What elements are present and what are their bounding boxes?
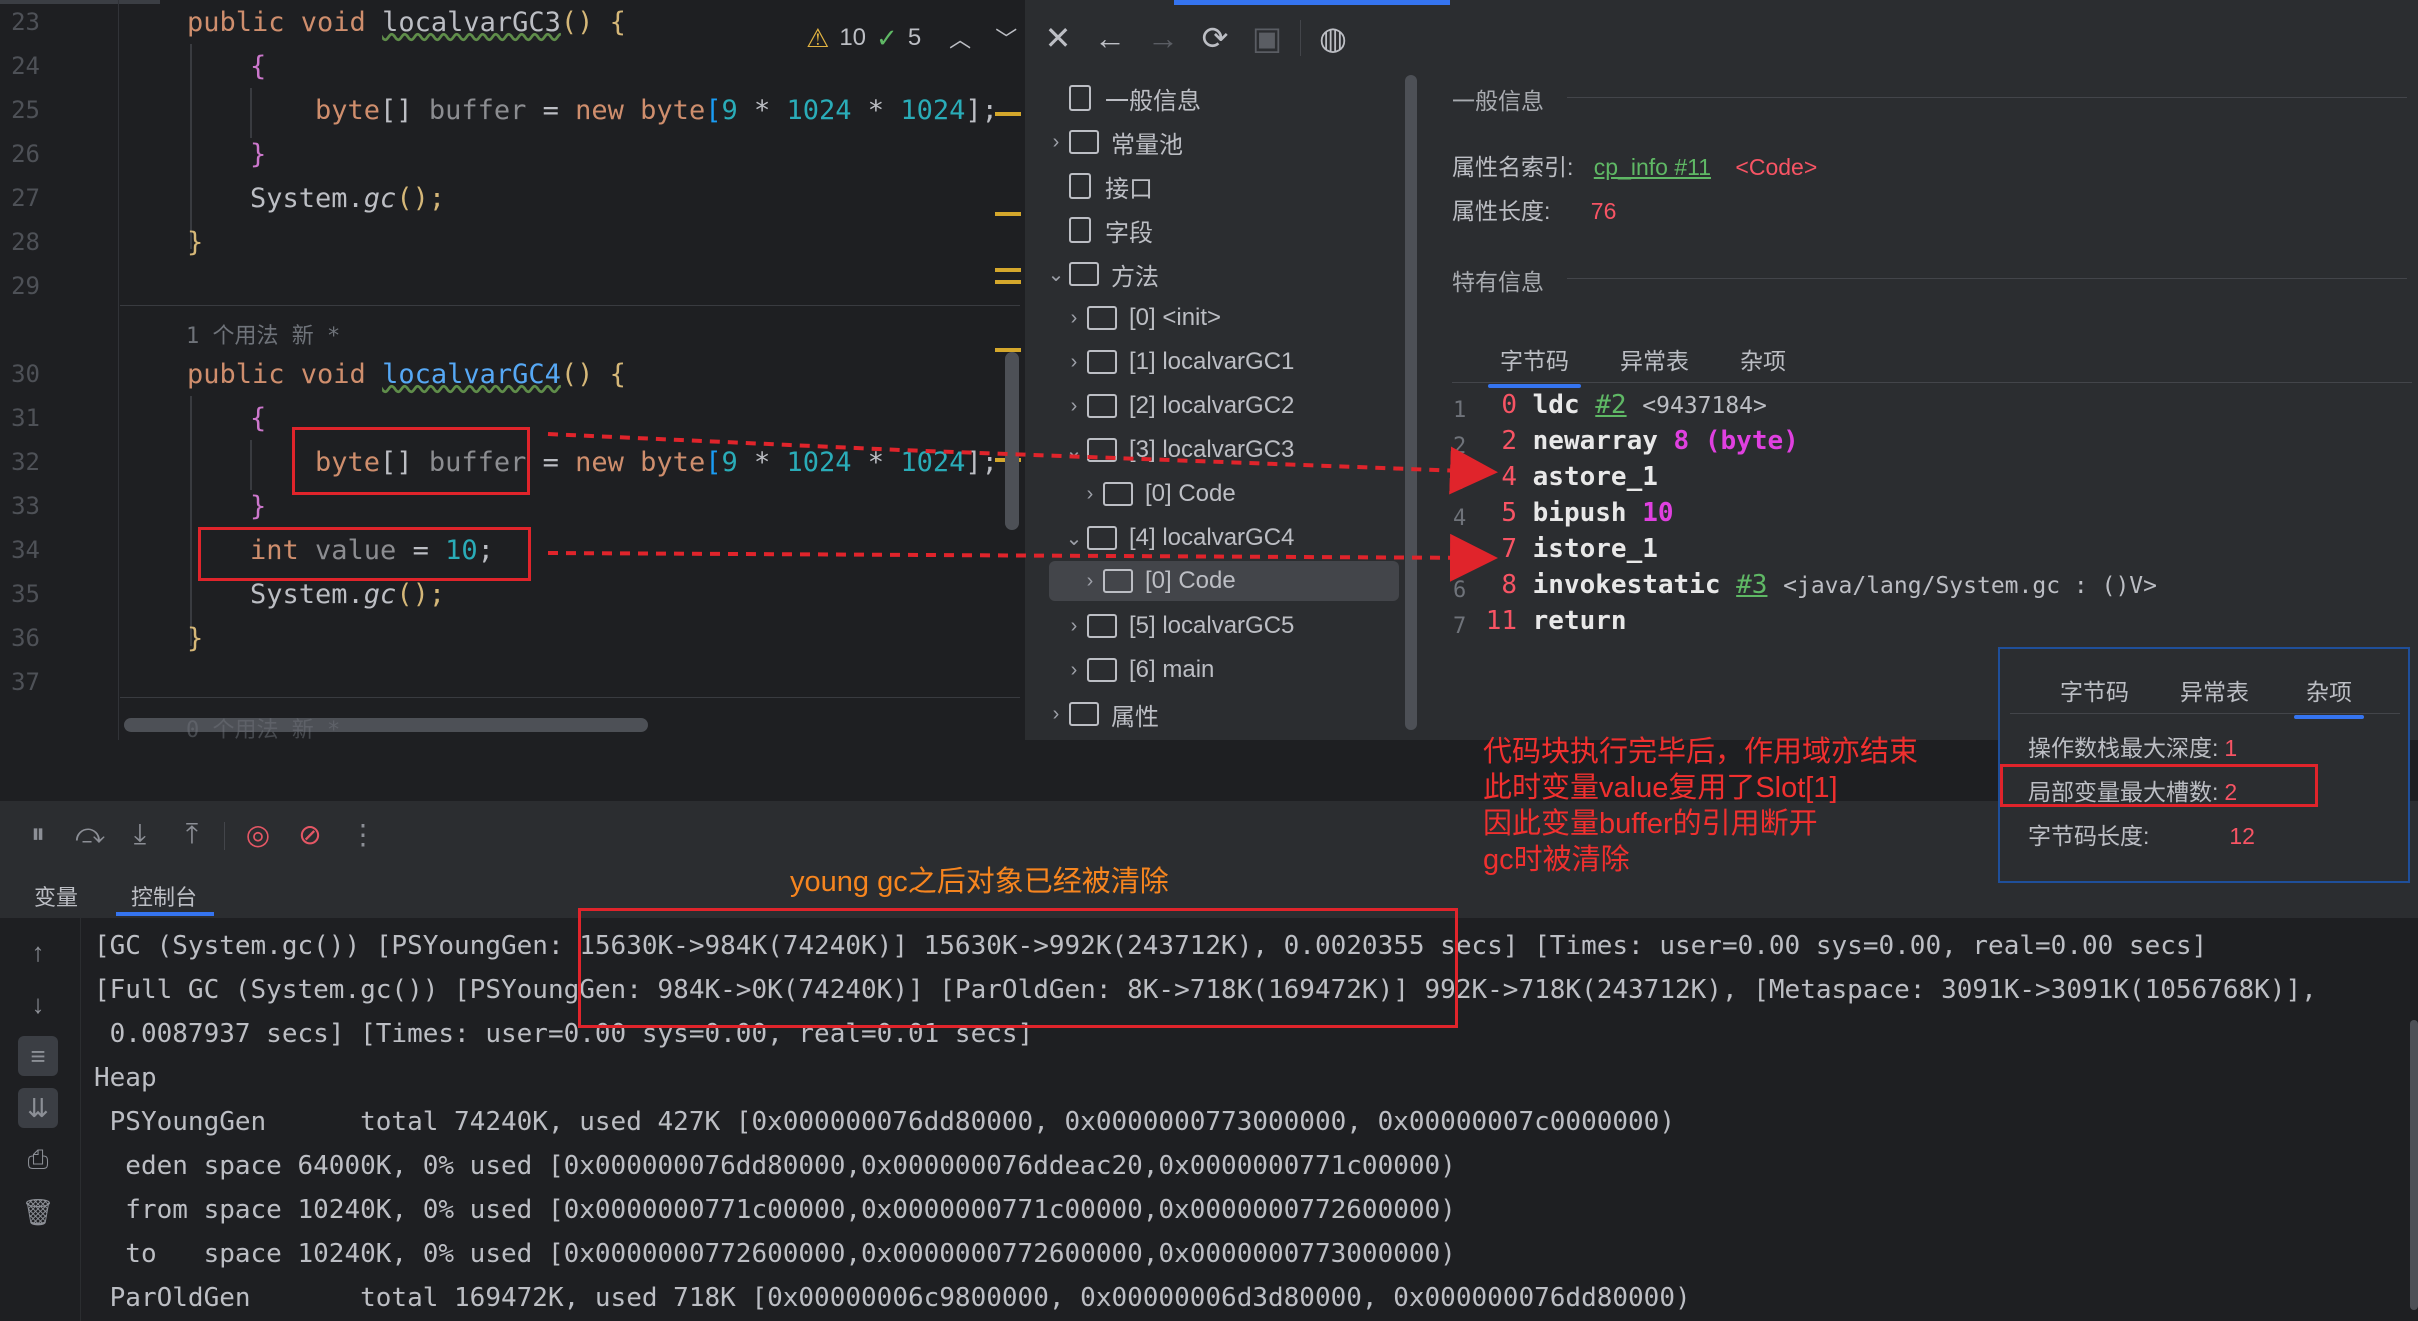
arrow-buffer-to-astore [547, 432, 1498, 495]
annotation-arrows [547, 432, 1498, 582]
annotation-scope-note: 代码块执行完毕后，作用域亦结束 此时变量value复用了Slot[1] 因此变量… [1483, 736, 1919, 876]
annotation-young-gc-note: young gc之后对象已经被清除 [790, 866, 1169, 898]
arrow-value-to-istore [547, 533, 1498, 582]
